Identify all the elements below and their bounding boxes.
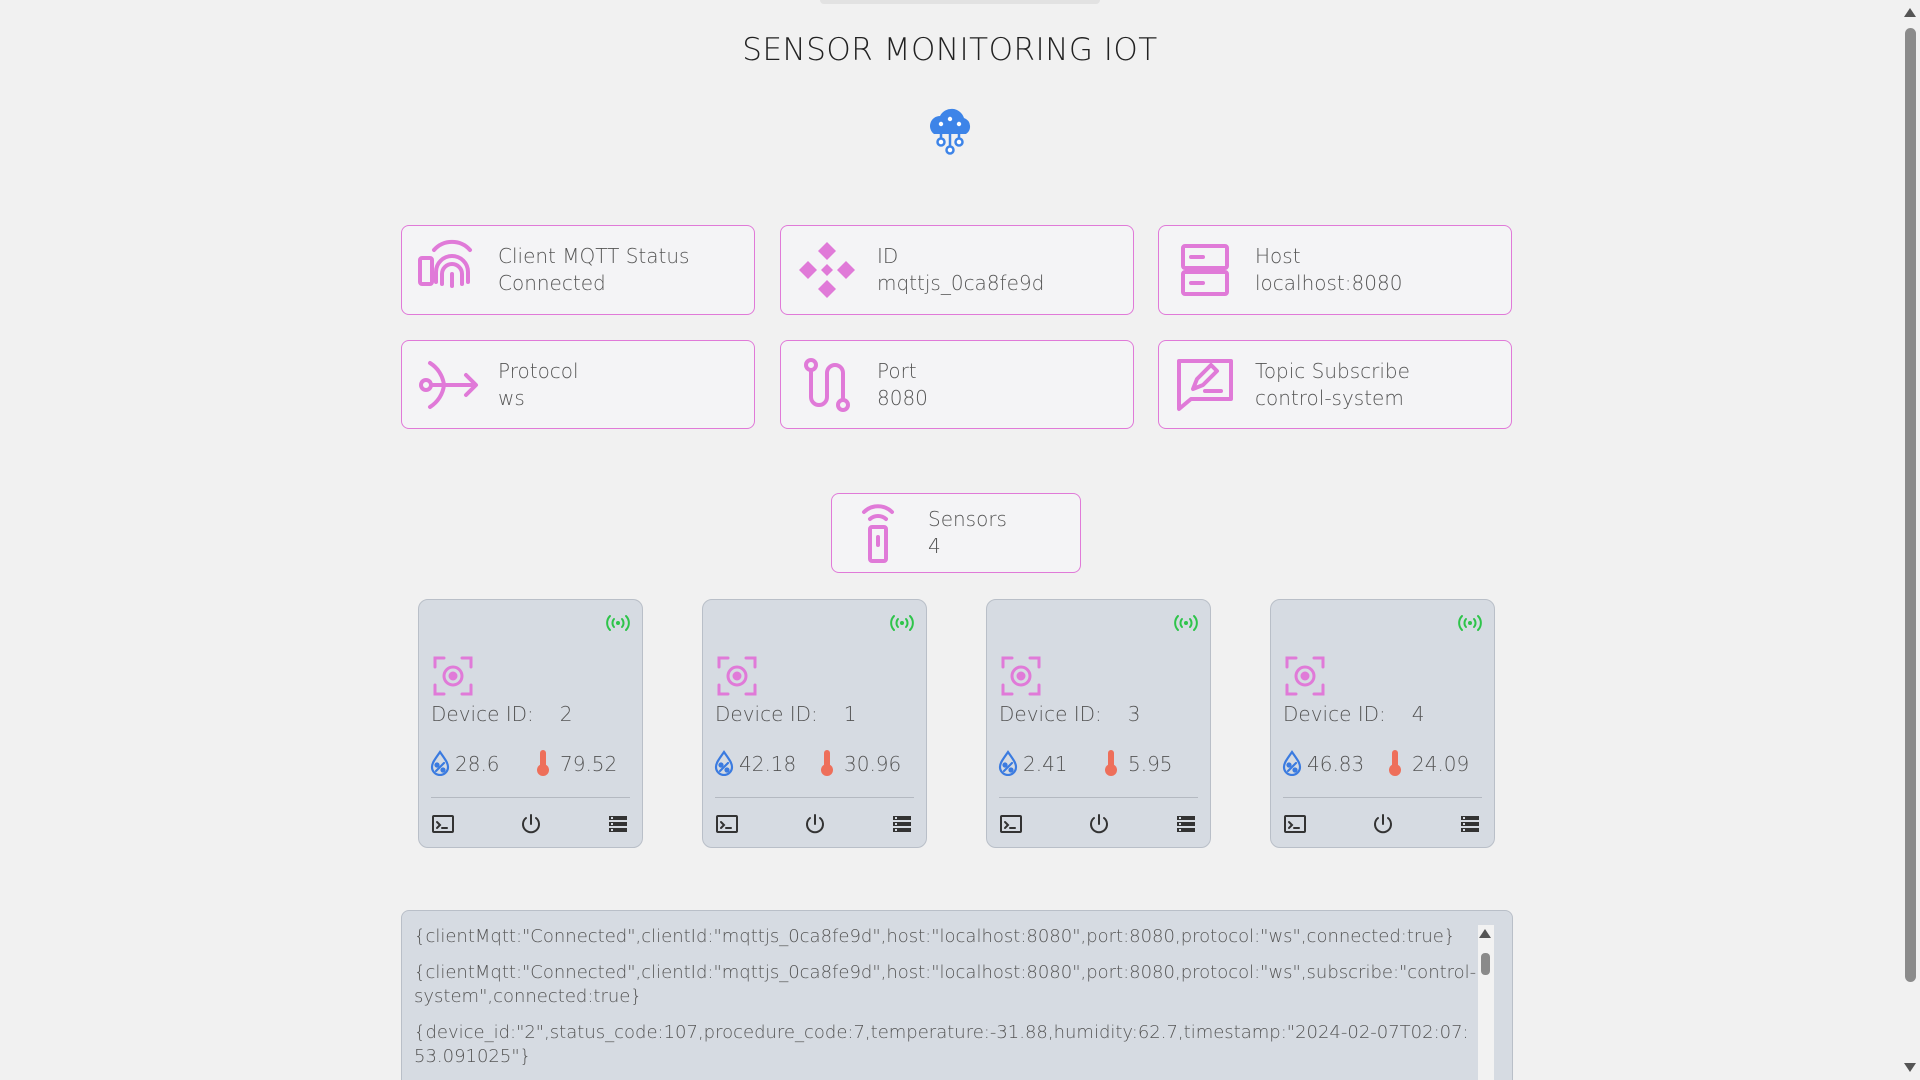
page-scroll-up[interactable] bbox=[1904, 8, 1916, 17]
thermometer-icon bbox=[1389, 750, 1401, 776]
power-icon[interactable] bbox=[1087, 812, 1111, 836]
thermometer-icon bbox=[537, 750, 549, 776]
client-status-value: Connected bbox=[498, 271, 606, 295]
scan-target-icon bbox=[1285, 656, 1325, 696]
online-signal-icon bbox=[606, 615, 630, 631]
card-divider bbox=[999, 797, 1198, 798]
device-id-label: Device ID: 3 bbox=[999, 702, 1141, 726]
client-id-label: ID bbox=[877, 244, 899, 268]
log-scroll-up[interactable] bbox=[1479, 929, 1491, 938]
page-scrollbar[interactable] bbox=[1900, 0, 1920, 1080]
list-icon[interactable] bbox=[606, 812, 630, 836]
device-id-value: 3 bbox=[1127, 702, 1141, 726]
top-tab-shadow bbox=[820, 0, 1100, 4]
topic-card: Topic Subscribe control-system bbox=[1158, 340, 1512, 429]
device-id-caption: Device ID: bbox=[715, 702, 818, 726]
list-icon[interactable] bbox=[1174, 812, 1198, 836]
device-card-3: Device ID: 3 2.41 5.95 bbox=[986, 599, 1211, 848]
message-log[interactable]: {clientMqtt:"Connected",clientId:"mqttjs… bbox=[401, 910, 1513, 1080]
humidity-value: 2.41 bbox=[1023, 752, 1068, 776]
temperature-value: 30.96 bbox=[844, 752, 902, 776]
device-id-value: 1 bbox=[843, 702, 857, 726]
log-scrollbar[interactable] bbox=[1478, 925, 1494, 1080]
device-id-label: Device ID: 1 bbox=[715, 702, 857, 726]
online-signal-icon bbox=[1458, 615, 1482, 631]
protocol-card: Protocol ws bbox=[401, 340, 755, 429]
broadcast-device-icon bbox=[418, 239, 472, 288]
online-signal-icon bbox=[890, 615, 914, 631]
humidity-value: 42.18 bbox=[739, 752, 797, 776]
temperature-value: 24.09 bbox=[1412, 752, 1470, 776]
sensors-value: 4 bbox=[928, 534, 941, 558]
terminal-icon[interactable] bbox=[715, 812, 739, 836]
device-card-4: Device ID: 4 46.83 24.09 bbox=[1270, 599, 1495, 848]
host-value: localhost:8080 bbox=[1255, 271, 1403, 295]
power-icon[interactable] bbox=[1371, 812, 1395, 836]
topic-value: control-system bbox=[1255, 385, 1404, 410]
online-signal-icon bbox=[1174, 615, 1198, 631]
server-icon bbox=[1181, 244, 1229, 296]
device-id-label: Device ID: 4 bbox=[1283, 702, 1425, 726]
scan-target-icon bbox=[1001, 656, 1041, 696]
power-icon[interactable] bbox=[803, 812, 827, 836]
temperature-value: 79.52 bbox=[560, 752, 618, 776]
power-icon[interactable] bbox=[519, 812, 543, 836]
sensors-count-card: Sensors 4 bbox=[831, 493, 1081, 573]
device-id-value: 4 bbox=[1411, 702, 1425, 726]
port-card: Port 8080 bbox=[780, 340, 1134, 429]
route-icon bbox=[804, 357, 850, 412]
log-scroll-thumb[interactable] bbox=[1481, 953, 1490, 975]
card-divider bbox=[715, 797, 914, 798]
message-edit-icon bbox=[1177, 358, 1233, 411]
client-id-card: ID mqttjs_0ca8fe9d bbox=[780, 225, 1134, 315]
page-title: SENSOR MONITORING IOT bbox=[742, 32, 1158, 68]
protocol-fork-icon bbox=[419, 360, 478, 409]
port-value: 8080 bbox=[877, 385, 928, 410]
humidity-value: 46.83 bbox=[1307, 752, 1365, 776]
device-card-1: Device ID: 1 42.18 30.96 bbox=[702, 599, 927, 848]
topic-label: Topic Subscribe bbox=[1255, 358, 1410, 383]
humidity-icon bbox=[714, 750, 734, 776]
card-divider bbox=[431, 797, 630, 798]
humidity-icon bbox=[430, 750, 450, 776]
device-id-caption: Device ID: bbox=[431, 702, 534, 726]
sensors-label: Sensors bbox=[928, 507, 1007, 531]
thermometer-icon bbox=[821, 750, 833, 776]
log-line: {clientMqtt:"Connected",clientId:"mqttjs… bbox=[414, 926, 1456, 947]
host-label: Host bbox=[1255, 244, 1301, 268]
protocol-value: ws bbox=[498, 385, 525, 410]
terminal-icon[interactable] bbox=[999, 812, 1023, 836]
humidity-icon bbox=[1282, 750, 1302, 776]
terminal-icon[interactable] bbox=[431, 812, 455, 836]
humidity-value: 28.6 bbox=[455, 752, 500, 776]
device-id-caption: Device ID: bbox=[1283, 702, 1386, 726]
device-id-label: Device ID: 2 bbox=[431, 702, 573, 726]
diamond-arrows-icon bbox=[799, 242, 855, 298]
list-icon[interactable] bbox=[1458, 812, 1482, 836]
terminal-icon[interactable] bbox=[1283, 812, 1307, 836]
thermometer-icon bbox=[1105, 750, 1117, 776]
cloud-network-icon bbox=[930, 108, 971, 155]
port-label: Port bbox=[877, 358, 917, 383]
device-card-2: Device ID: 2 28.6 79.52 bbox=[418, 599, 643, 848]
card-divider bbox=[1283, 797, 1482, 798]
log-line: {clientMqtt:"Connected",clientId:"mqttjs… bbox=[414, 962, 1477, 1007]
device-id-caption: Device ID: bbox=[999, 702, 1102, 726]
page-scroll-down[interactable] bbox=[1904, 1063, 1916, 1072]
temperature-value: 5.95 bbox=[1128, 752, 1173, 776]
remote-sensor-icon bbox=[862, 504, 894, 563]
protocol-label: Protocol bbox=[498, 358, 579, 383]
log-line: {device_id:"2",status_code:107,procedure… bbox=[414, 1022, 1469, 1067]
host-card: Host localhost:8080 bbox=[1158, 225, 1512, 315]
page-scroll-thumb[interactable] bbox=[1905, 28, 1916, 982]
client-status-label: Client MQTT Status bbox=[498, 244, 690, 268]
client-status-card: Client MQTT Status Connected bbox=[401, 225, 755, 315]
humidity-icon bbox=[998, 750, 1018, 776]
scan-target-icon bbox=[433, 656, 473, 696]
scan-target-icon bbox=[717, 656, 757, 696]
client-id-value: mqttjs_0ca8fe9d bbox=[877, 271, 1045, 295]
device-id-value: 2 bbox=[559, 702, 573, 726]
message-log-lines: {clientMqtt:"Connected",clientId:"mqttjs… bbox=[414, 925, 1480, 1080]
list-icon[interactable] bbox=[890, 812, 914, 836]
